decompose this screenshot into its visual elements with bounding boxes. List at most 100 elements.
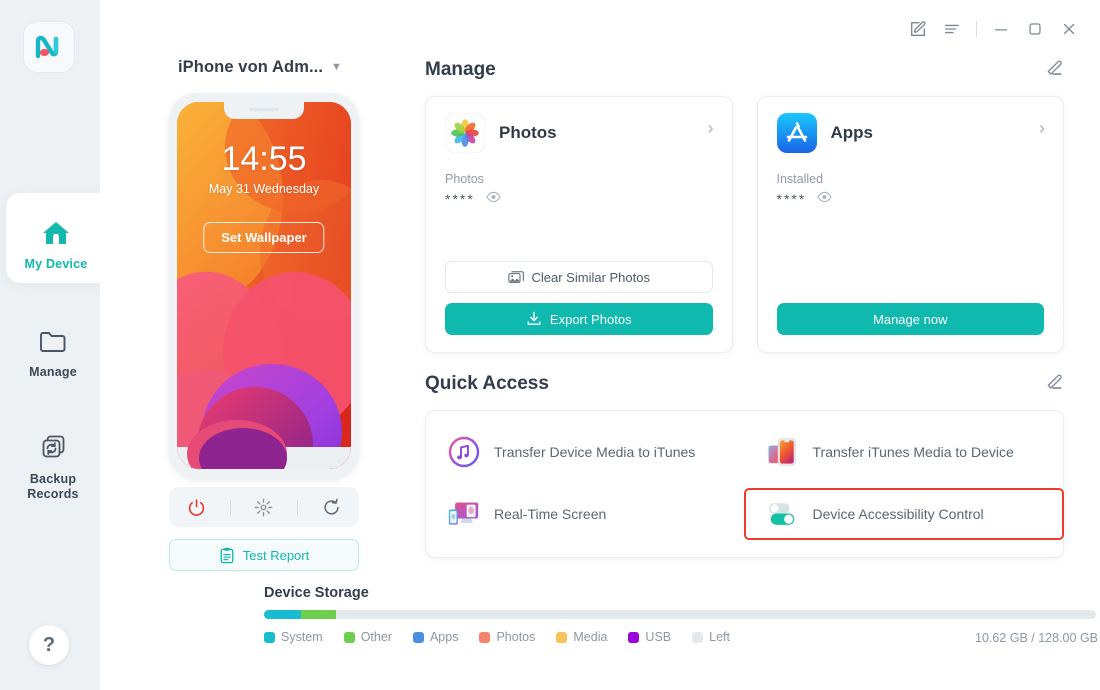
divider [229,499,231,515]
folder-icon [38,324,68,358]
manage-now-button[interactable]: Manage now [776,303,1044,335]
storage-legend-swatch [412,631,424,643]
storage-legend-swatch [628,631,640,643]
eye-icon[interactable] [486,190,501,208]
download-icon [527,311,541,325]
lockscreen-date: May 31 Wednesday [208,182,320,196]
apps-open-chevron[interactable]: › [1039,119,1045,137]
photos-count-value: **** [445,191,475,207]
button-label: Clear Similar Photos [531,269,651,285]
minimize-icon [994,29,1008,31]
device-selector[interactable]: iPhone von Adm... ▼ [178,58,367,77]
card-title: Photos [499,123,557,142]
storage-legend-item: USB [628,630,671,644]
quick-access-label: Transfer Device Media to iTunes [494,444,696,460]
storage-legend-item: System [264,630,323,644]
menu-icon [945,24,959,34]
storage-legend-item: Apps [412,630,458,644]
quick-access-real-time-screen[interactable]: Real-Time Screen [426,489,745,539]
button-label: Manage now [873,311,948,327]
storage-legend-swatch [264,631,275,643]
help-label: ? [42,633,56,656]
storage-legend-item: Other [343,630,392,644]
quick-access-card: Transfer Device Media to iTunes Transfer… [425,410,1064,558]
sidebar-item-label: Backup Records [27,471,79,501]
manage-edit-button[interactable] [1045,58,1064,82]
main-area: iPhone von Adm... ▼ 14:55 May 31 Wednesd… [100,0,1100,690]
card-subtitle: Photos [445,172,484,186]
set-wallpaper-button[interactable]: Set Wallpaper [203,222,325,253]
storage-bar [264,610,1096,619]
app-logo [23,21,75,73]
quick-access-label: Real-Time Screen [494,506,607,522]
lockscreen-time: 14:55 [221,140,307,178]
brightness-button[interactable] [243,487,285,527]
divider [976,21,977,37]
quick-access-label: Transfer iTunes Media to Device [812,444,1014,460]
window-controls [901,14,1086,44]
apps-card-actions: Manage now [776,303,1044,335]
pencil-icon [1047,374,1062,389]
storage-legend-item: Left [692,630,730,644]
storage-legend-label: USB [645,630,672,644]
storage-legend-swatch [343,631,355,643]
photos-open-chevron[interactable]: › [708,119,714,137]
test-report-button[interactable]: Test Report [169,539,359,571]
manage-card-photos: Photos › Photos **** Clear Similar Photo… [425,96,733,353]
quick-access-device-accessibility-control[interactable]: Device Accessibility Control [743,488,1064,540]
content-area: Manage Photos › Photos **** Clear Simila… [425,58,1064,558]
close-button[interactable] [1052,14,1086,44]
itunes-icon [448,436,480,468]
storage-legend-swatch [692,631,704,643]
power-icon [188,498,204,516]
sidebar-item-my-device[interactable]: My Device [6,193,106,283]
brightness-icon [255,498,273,516]
sidebar: My Device Manage Backup Records ? [0,0,106,690]
storage-amount: 10.62 GB / 128.00 GB [975,631,1098,645]
divider [297,499,299,515]
card-value-row: **** [777,190,1045,208]
device-panel: iPhone von Adm... ▼ 14:55 May 31 Wednesd… [167,58,367,571]
storage-segment [264,610,302,619]
quick-access-transfer-device-media-to-itunes[interactable]: Transfer Device Media to iTunes [426,427,745,477]
storage-legend-label: Other [360,630,392,644]
quick-access-title: Quick Access [425,373,549,394]
backup-sync-icon [38,431,68,465]
photos-card-actions: Clear Similar Photos Export Photos [445,261,713,335]
quick-access-edit-button[interactable] [1045,372,1064,396]
power-button[interactable] [175,487,217,527]
screen-mirror-icon [448,498,480,530]
sidebar-item-backup-records[interactable]: Backup Records [6,420,100,512]
app-window: My Device Manage Backup Records ? iPhone… [0,0,1100,690]
quick-access-transfer-itunes-media-to-device[interactable]: Transfer iTunes Media to Device [745,427,1064,477]
maximize-icon [1029,23,1041,35]
manage-section-header: Manage [425,58,1064,82]
storage-legend-swatch [479,631,491,643]
manage-title: Manage [425,59,496,80]
quick-access-grid: Transfer Device Media to iTunes Transfer… [426,427,1064,540]
help-button[interactable]: ? [29,625,69,665]
sidebar-item-label: Manage [29,365,77,379]
apps-count-value: **** [776,191,807,207]
appstore-app-icon [776,113,817,153]
storage-legend-label: System [281,630,323,644]
clear-similar-photos-button[interactable]: Clear Similar Photos [445,261,713,293]
storage-legend-label: Left [709,630,730,644]
storage-legend-label: Media [573,630,608,644]
minimize-button[interactable] [984,14,1018,44]
chevron-down-icon: ▼ [331,61,342,73]
card-subtitle: Installed [776,172,824,186]
storage-title: Device Storage [264,585,369,601]
refresh-button[interactable] [311,487,353,527]
card-title: Apps [830,123,874,142]
home-icon [41,216,71,250]
menu-button[interactable] [935,14,969,44]
feedback-button[interactable] [901,14,935,44]
export-photos-button[interactable]: Export Photos [445,303,713,335]
eye-icon[interactable] [817,190,833,208]
device-name: iPhone von Adm... [178,58,324,76]
maximize-button[interactable] [1018,14,1052,44]
sidebar-item-manage[interactable]: Manage [6,312,100,392]
device-screen: 14:55 May 31 Wednesday Set Wallpaper [177,102,351,469]
test-report-label: Test Report [242,547,310,563]
